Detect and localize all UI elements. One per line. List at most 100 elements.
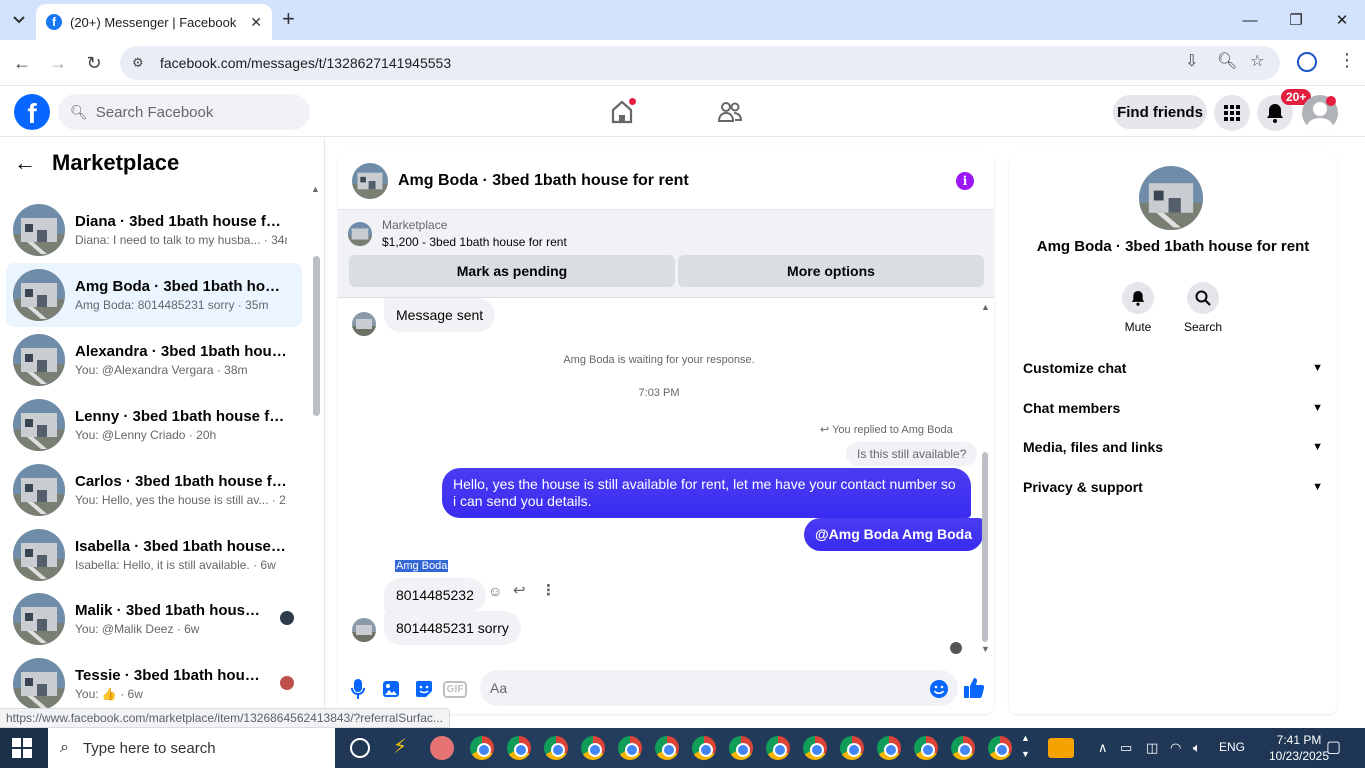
reload-button[interactable]: ↻	[82, 51, 106, 75]
stacked-app-icon[interactable]	[1048, 738, 1074, 758]
taskbar-scroll-arrows-icon[interactable]: ▲ ▼	[1021, 730, 1030, 762]
react-emoji-icon[interactable]: ☺	[488, 583, 502, 599]
webcam-icon[interactable]: ◫	[1146, 740, 1158, 756]
gif-icon[interactable]: GIF	[442, 678, 468, 700]
sidebar-scrollbar[interactable]	[313, 256, 320, 416]
minimize-button[interactable]: —	[1227, 0, 1273, 40]
close-tab-icon[interactable]: ✕	[250, 14, 262, 31]
chat-header-avatar[interactable]	[352, 162, 388, 199]
back-arrow-icon[interactable]: ←	[14, 150, 36, 176]
chrome-icon[interactable]	[470, 736, 494, 760]
zoom-icon[interactable]: 🔍︎	[1217, 51, 1237, 71]
conversation-item-active[interactable]: Amg Boda · 3bed 1bath house f... Amg Bod…	[6, 263, 302, 327]
conversation-item[interactable]: Tessie · 3bed 1bath house for ... You: 👍…	[6, 652, 302, 715]
restore-button[interactable]: ❐	[1273, 0, 1319, 40]
account-notification-dot	[1326, 96, 1336, 106]
conversation-item[interactable]: Isabella · 3bed 1bath house for r... Isa…	[6, 523, 302, 587]
browser-tab-messenger[interactable]: f (20+) Messenger | Facebook ✕	[36, 4, 272, 40]
chrome-icon[interactable]	[507, 736, 531, 760]
address-bar[interactable]: ⚙ facebook.com/messages/t/13286271419455…	[120, 46, 1280, 80]
listing-title[interactable]: $1,200 - 3bed 1bath house for rent	[382, 235, 567, 249]
chrome-icon[interactable]	[655, 736, 679, 760]
taskbar-search-input[interactable]: ⌕ Type here to search	[48, 728, 335, 768]
show-hidden-icons-chevron-icon[interactable]: ∧	[1098, 740, 1108, 756]
bookmark-star-icon[interactable]: ☆	[1250, 51, 1264, 71]
friends-icon[interactable]	[717, 99, 743, 125]
listing-mini-thumbnail[interactable]	[348, 222, 372, 246]
lightning-app-icon[interactable]: ⚡	[393, 734, 417, 758]
message-bubble-incoming[interactable]: 8014485232	[384, 578, 486, 612]
conversation-item[interactable]: Malik · 3bed 1bath house for r... You: @…	[6, 587, 302, 651]
search-label: Search	[1183, 320, 1223, 334]
mute-button[interactable]: Mute	[1108, 282, 1168, 334]
message-bubble-outgoing[interactable]: Hello, yes the house is still available …	[442, 468, 971, 518]
forward-button[interactable]: →	[46, 51, 70, 75]
mention-message-bubble[interactable]: @Amg Boda Amg Boda	[804, 518, 984, 551]
paint-app-icon[interactable]	[430, 736, 454, 760]
emoji-icon[interactable]	[928, 678, 950, 700]
windows-start-icon[interactable]	[12, 738, 32, 758]
microphone-icon[interactable]	[347, 678, 369, 700]
reply-icon[interactable]: ↩	[513, 581, 526, 599]
wifi-icon[interactable]: ◠	[1170, 740, 1181, 756]
browser-profile-icon[interactable]	[1297, 52, 1317, 72]
chat-members-row[interactable]: Chat members ▼	[1023, 396, 1323, 420]
conversation-item[interactable]: Carlos · 3bed 1bath house for rent You: …	[6, 458, 302, 522]
chrome-icon[interactable]	[729, 736, 753, 760]
chat-scroll-down-icon[interactable]: ▼	[981, 644, 990, 654]
find-friends-button[interactable]: Find friends	[1113, 95, 1207, 129]
media-files-links-row[interactable]: Media, files and links ▼	[1023, 435, 1323, 459]
chrome-icon[interactable]	[766, 736, 790, 760]
chrome-icon[interactable]	[988, 736, 1012, 760]
message-bubble-incoming[interactable]: 8014485231 sorry	[384, 611, 521, 645]
chevron-down-icon: ▼	[1312, 441, 1323, 453]
quoted-message[interactable]: Is this still available?	[846, 442, 978, 466]
conversation-item[interactable]: Diana · 3bed 1bath house for rent Diana:…	[6, 198, 302, 262]
conversation-avatar[interactable]	[1139, 166, 1203, 230]
message-input[interactable]: Aa	[480, 670, 958, 706]
battery-icon[interactable]: ▭	[1120, 740, 1132, 756]
chat-scroll-up-icon[interactable]: ▲	[981, 302, 990, 312]
browser-menu-icon[interactable]: ⋮	[1338, 50, 1356, 71]
close-window-button[interactable]: ✕	[1319, 0, 1365, 40]
facebook-search-input[interactable]: 🔍︎ Search Facebook	[58, 94, 310, 130]
conversation-item[interactable]: Lenny · 3bed 1bath house for rent You: @…	[6, 393, 302, 457]
tab-search-chevron-icon[interactable]	[6, 8, 32, 32]
new-tab-button[interactable]: +	[282, 8, 295, 30]
chrome-icon[interactable]	[803, 736, 827, 760]
sticker-icon[interactable]	[413, 678, 435, 700]
photo-icon[interactable]	[380, 678, 402, 700]
menu-grid-icon[interactable]	[1214, 95, 1250, 131]
facebook-logo-icon[interactable]: f	[14, 94, 50, 130]
chrome-icon[interactable]	[544, 736, 568, 760]
row-label: Customize chat	[1023, 360, 1127, 376]
system-clock[interactable]: 7:41 PM 10/23/2025	[1268, 732, 1330, 764]
conversation-info-icon[interactable]: i	[956, 172, 974, 190]
install-app-icon[interactable]: ⇩	[1185, 51, 1198, 71]
chat-title[interactable]: Amg Boda · 3bed 1bath house for rent	[398, 172, 689, 190]
chat-scrollbar[interactable]	[982, 452, 988, 642]
chrome-icon[interactable]	[618, 736, 642, 760]
more-options-button[interactable]: More options	[678, 255, 984, 287]
customize-chat-row[interactable]: Customize chat ▼	[1023, 356, 1323, 380]
site-info-icon[interactable]: ⚙	[132, 55, 148, 71]
chrome-icon[interactable]	[692, 736, 716, 760]
chrome-icon[interactable]	[914, 736, 938, 760]
privacy-support-row[interactable]: Privacy & support ▼	[1023, 475, 1323, 499]
conversation-item[interactable]: Alexandra · 3bed 1bath house fo... You: …	[6, 328, 302, 392]
scroll-up-arrow-icon[interactable]: ▲	[311, 184, 320, 194]
like-thumbs-up-icon[interactable]	[963, 677, 985, 699]
back-button[interactable]: ←	[10, 51, 34, 75]
search-conversation-button[interactable]: Search	[1173, 282, 1233, 334]
mark-as-pending-button[interactable]: Mark as pending	[349, 255, 675, 287]
chrome-icon-active[interactable]	[951, 736, 975, 760]
task-view-icon[interactable]	[350, 738, 370, 758]
volume-icon[interactable]: 🔈︎	[1193, 740, 1201, 756]
message-bubble-incoming[interactable]: Message sent	[384, 298, 496, 332]
input-language[interactable]: ENG	[1219, 740, 1245, 754]
chrome-icon[interactable]	[581, 736, 605, 760]
notification-center-icon[interactable]: ▢	[1326, 737, 1341, 757]
chrome-icon[interactable]	[840, 736, 864, 760]
chrome-icon[interactable]	[877, 736, 901, 760]
more-actions-icon[interactable]: ⋮	[541, 581, 556, 599]
